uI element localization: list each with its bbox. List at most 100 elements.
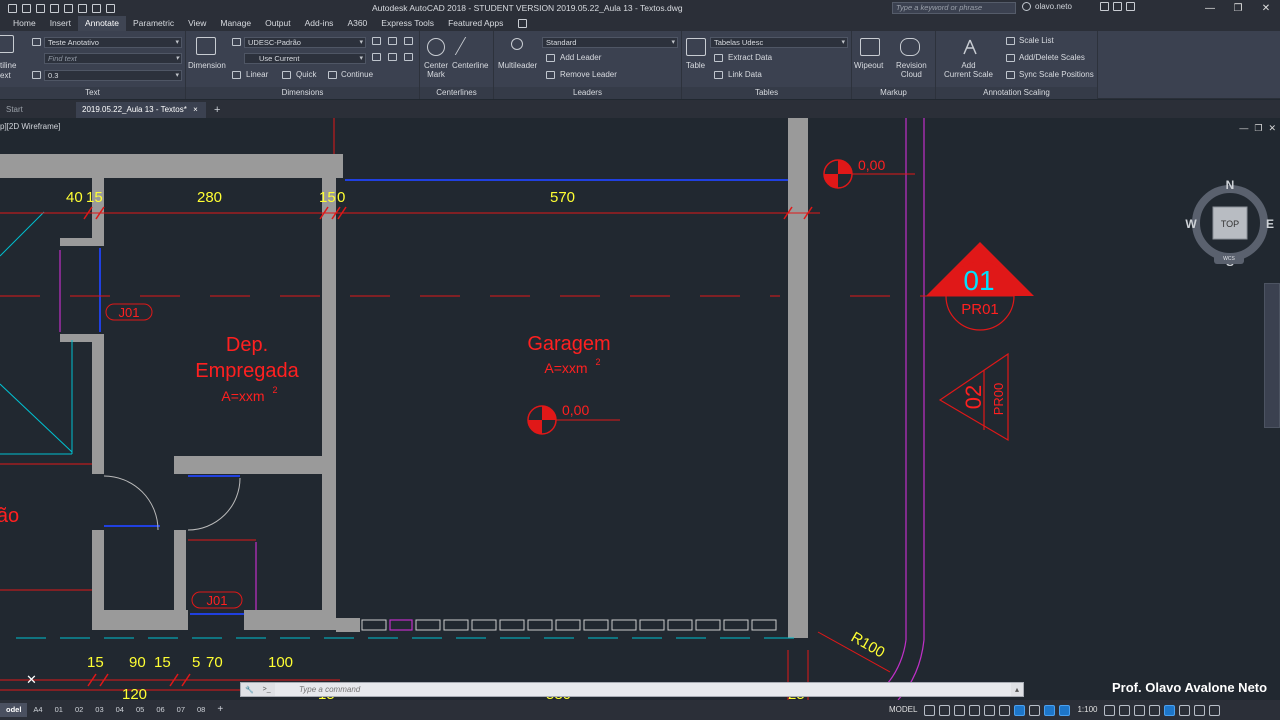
clean-screen-icon[interactable] — [1194, 704, 1206, 716]
drawing-canvas[interactable]: 40 15 280 15 0 570 15 90 15 5 70 100 120… — [0, 118, 1280, 700]
continue-dim-button[interactable]: Continue — [341, 70, 373, 79]
multileader-icon[interactable] — [511, 38, 523, 50]
layout-tab-a4[interactable]: A4 — [27, 703, 48, 717]
dimension-icon[interactable] — [196, 37, 216, 55]
command-settings-icon[interactable]: 🔧 — [245, 686, 254, 694]
scale-list-button[interactable]: Scale List — [1019, 36, 1054, 45]
layout-tab-08[interactable]: 08 — [191, 703, 211, 717]
cart-icon[interactable] — [1099, 2, 1109, 11]
leader-style-select[interactable]: Standard — [542, 37, 678, 48]
tab-a360[interactable]: A360 — [340, 16, 374, 31]
object-snap-tracking-icon[interactable] — [999, 704, 1011, 716]
active-document-tab[interactable]: 2019.05.22_Aula 13 - Textos* × — [76, 102, 206, 118]
multiline-text-label[interactable]: tiline — [0, 61, 16, 70]
tab-featured-apps[interactable]: Featured Apps — [441, 16, 510, 31]
dim-style-select[interactable]: UDESC-Padrão — [244, 37, 366, 48]
dimensions-panel-title[interactable]: Dimensions — [186, 87, 419, 99]
centerlines-panel-title[interactable]: Centerlines — [420, 87, 493, 99]
open-file-icon[interactable] — [22, 3, 31, 13]
text-panel-title[interactable]: Text — [0, 87, 185, 99]
annotation-monitor-icon[interactable] — [1119, 704, 1131, 716]
table-icon[interactable] — [686, 38, 706, 56]
layout-tab-04[interactable]: 04 — [110, 703, 130, 717]
new-file-icon[interactable] — [8, 3, 17, 13]
dim-tool-icon-2[interactable] — [388, 37, 397, 45]
tables-panel-title[interactable]: Tables — [682, 87, 851, 99]
save-as-icon[interactable] — [50, 3, 59, 13]
viewport-minimize-button[interactable]: — — [1239, 123, 1248, 134]
remove-leader-button[interactable]: Remove Leader — [560, 70, 617, 79]
isolate-objects-icon[interactable] — [1164, 704, 1176, 716]
command-line-close-icon[interactable]: ✕ — [26, 672, 37, 688]
wipeout-label[interactable]: Wipeout — [854, 61, 883, 70]
isodraft-icon[interactable] — [984, 704, 996, 716]
multiline-text-icon[interactable] — [0, 35, 14, 53]
polar-icon[interactable] — [969, 704, 981, 716]
tab-insert[interactable]: Insert — [43, 16, 78, 31]
layout-tab-03[interactable]: 03 — [89, 703, 109, 717]
customization-icon[interactable] — [1209, 704, 1221, 716]
tab-add-ins[interactable]: Add-ins — [298, 16, 341, 31]
add-leader-button[interactable]: Add Leader — [560, 53, 601, 62]
text-label[interactable]: ext — [0, 71, 11, 80]
compass-north[interactable]: N — [1226, 178, 1235, 192]
table-label[interactable]: Table — [686, 61, 705, 70]
command-history-toggle[interactable]: ▴ — [1011, 685, 1023, 694]
center-mark-label[interactable]: Center Mark — [424, 61, 448, 79]
dim-tool-icon-3[interactable] — [404, 37, 413, 45]
search-input[interactable]: Type a keyword or phrase — [892, 2, 1016, 14]
dim-layer-select[interactable]: Use Current — [244, 53, 366, 64]
restore-button[interactable]: ❐ — [1224, 0, 1252, 16]
start-tab[interactable]: Start — [0, 102, 29, 118]
tab-annotate[interactable]: Annotate — [77, 16, 126, 31]
dim-tool-icon-1[interactable] — [372, 37, 381, 45]
tab-express-tools[interactable]: Express Tools — [374, 16, 441, 31]
multileader-label[interactable]: Multileader — [498, 61, 537, 70]
layout-tab-06[interactable]: 06 — [150, 703, 170, 717]
command-input[interactable] — [275, 683, 1011, 696]
compass-west[interactable]: W — [1185, 217, 1197, 231]
annotation-scale-button[interactable]: 1:100 — [1074, 703, 1100, 717]
dimension-label[interactable]: Dimension — [188, 61, 226, 70]
sync-scale-button[interactable]: Sync Scale Positions — [1019, 70, 1094, 79]
revision-cloud-icon[interactable] — [900, 38, 920, 56]
new-tab-button[interactable]: + — [208, 102, 226, 118]
text-style-select[interactable]: Teste Anotativo — [44, 37, 182, 48]
undo-icon[interactable] — [92, 3, 101, 13]
centerline-icon[interactable] — [454, 37, 486, 55]
tab-home[interactable]: Home — [6, 16, 43, 31]
dim-tool-icon-5[interactable] — [388, 53, 397, 61]
center-mark-icon[interactable] — [427, 38, 445, 56]
redo-icon[interactable] — [106, 3, 115, 13]
plot-icon[interactable] — [78, 3, 87, 13]
auto-scale-icon[interactable] — [1059, 704, 1071, 716]
layout-tab-model[interactable]: odel — [0, 703, 28, 717]
compass-east[interactable]: E — [1266, 217, 1274, 231]
command-prompt-icon[interactable]: >_ — [263, 686, 271, 693]
model-space-button[interactable]: MODEL — [886, 703, 920, 717]
tab-manage[interactable]: Manage — [213, 16, 258, 31]
viewport-close-button[interactable]: ✕ — [1268, 123, 1276, 134]
viewcube[interactable]: TOP N S W E — [1172, 148, 1280, 268]
user-account[interactable]: olavo.neto — [1022, 2, 1135, 11]
lineweight-icon[interactable] — [1029, 704, 1041, 716]
centerline-label[interactable]: Centerline — [452, 61, 488, 70]
tab-view[interactable]: View — [181, 16, 213, 31]
revision-cloud-label[interactable]: Revision Cloud — [896, 61, 927, 79]
extract-data-button[interactable]: Extract Data — [728, 53, 772, 62]
viewport-label[interactable]: p][2D Wireframe] — [0, 122, 60, 131]
layout-tab-02[interactable]: 02 — [69, 703, 89, 717]
navigation-bar[interactable] — [1264, 283, 1280, 428]
layout-tab-05[interactable]: 05 — [130, 703, 150, 717]
hardware-acceleration-icon[interactable] — [1179, 704, 1191, 716]
annotation-visibility-icon[interactable] — [1044, 704, 1056, 716]
save-icon[interactable] — [36, 3, 45, 13]
ortho-icon[interactable] — [954, 704, 966, 716]
object-snap-icon[interactable] — [1014, 704, 1026, 716]
table-style-select[interactable]: Tabelas Udesc — [710, 37, 848, 48]
close-button[interactable]: ✕ — [1252, 0, 1280, 16]
link-data-button[interactable]: Link Data — [728, 70, 762, 79]
workspace-gear-icon[interactable] — [1104, 704, 1116, 716]
dim-tool-icon-4[interactable] — [372, 53, 381, 61]
wcs-menu[interactable]: WCS — [1214, 254, 1244, 264]
